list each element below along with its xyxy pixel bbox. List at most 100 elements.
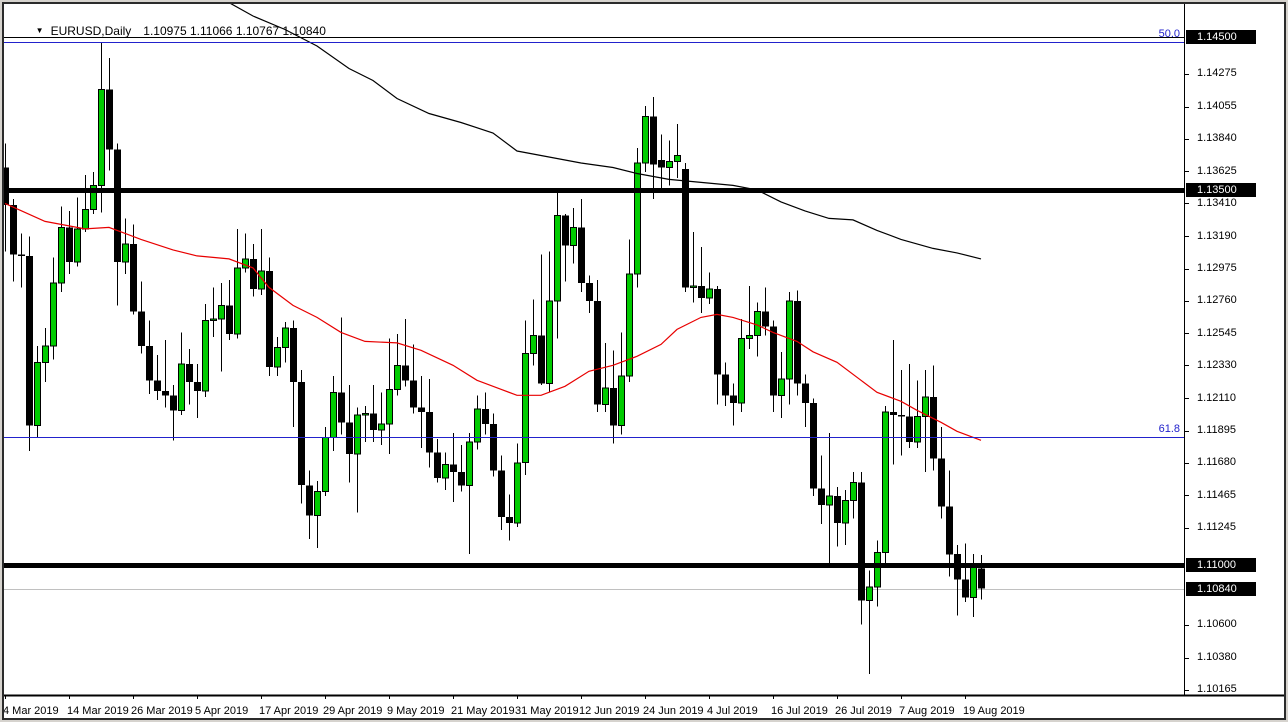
candle-body-bull (475, 409, 481, 442)
candle-body-bull (355, 415, 361, 454)
candle-body-bull (691, 286, 697, 288)
chart-window: ▼ EURUSD,Daily 1.10975 1.11066 1.10767 1.1… (0, 0, 1288, 722)
candle-body-bull (619, 376, 625, 426)
ohlc-values-label: 1.10975 1.11066 1.10767 1.10840 (143, 24, 326, 38)
candle-body-bear (858, 482, 865, 600)
candle-body-bear (26, 256, 33, 425)
candle-body-bear (290, 328, 297, 382)
candle-body-bear (66, 227, 73, 262)
candle-body-bull (643, 117, 649, 164)
candle-body-bear (338, 392, 345, 422)
candle-body-bull (971, 565, 977, 598)
candle-body-bull (315, 491, 321, 515)
candle-body-bear (138, 311, 145, 346)
candle-body-bear (450, 464, 457, 472)
candle-body-bear (818, 488, 825, 505)
candle-body-bear (610, 388, 617, 426)
candle-body-bear (770, 326, 777, 395)
candle-body-bear (978, 569, 985, 589)
chart-plot[interactable] (4, 4, 1284, 718)
candle-body-bull (755, 311, 761, 335)
candle-body-bear (186, 364, 193, 382)
candle-body-bear (722, 374, 729, 395)
candle-body-bear (890, 412, 897, 415)
candle-body-bear (506, 517, 513, 523)
candle-body-bull (35, 362, 41, 425)
candle-body-bear (962, 580, 969, 598)
time-axis[interactable] (4, 696, 1184, 720)
candle-body-bear (562, 215, 569, 245)
candle-body-bear (10, 205, 17, 255)
candle-body-bull (219, 305, 225, 319)
candle-body-bull (51, 283, 57, 346)
fibo-level-label: 61.8 (1120, 423, 1180, 435)
candle-body-bear (930, 397, 937, 459)
candle-body-bull (243, 259, 249, 268)
chart-header: ▼EURUSD,Daily1.10975 1.11066 1.10767 1.1… (9, 7, 326, 23)
candle-body-bear (482, 409, 489, 424)
candle-body-bear (346, 422, 353, 454)
candle-body-bear (18, 254, 25, 256)
candle-body-bull (875, 553, 881, 588)
candle-body-bull (675, 156, 681, 162)
candle-body-bear (578, 227, 585, 283)
candle-body-bull (603, 388, 609, 405)
candle-body-bull (827, 496, 833, 505)
candle-body-bull (467, 442, 473, 486)
candle-body-bull (443, 464, 449, 478)
candle-body-bull (99, 90, 105, 186)
candle-body-bear (4, 168, 9, 206)
candle-body-bull (59, 227, 65, 283)
candle-body-bear (154, 380, 161, 391)
candle-body-bull (779, 379, 785, 396)
candle-body-bull (547, 301, 553, 384)
candle-body-bear (162, 391, 169, 396)
candle-body-bull (203, 320, 209, 391)
chart-canvas[interactable]: ▼ EURUSD,Daily 1.10975 1.11066 1.10767 1.1… (4, 4, 1284, 718)
candle-body-bear (682, 169, 689, 287)
candle-body-bear (402, 365, 409, 380)
candle-body-bear (762, 311, 769, 326)
candle-body-bear (498, 470, 505, 517)
candle-body-bear (194, 382, 201, 391)
candle-body-bull (707, 289, 713, 298)
candle-body-bear (426, 412, 433, 453)
candle-body-bear (714, 289, 721, 375)
candle-body-bear (434, 452, 441, 478)
candle-body-bear (730, 395, 737, 403)
candle-body-bull (235, 268, 241, 334)
candle-body-bull (123, 244, 129, 262)
candle-body-bull (323, 437, 329, 491)
candle-body-bear (306, 485, 313, 515)
candle-body-bear (418, 407, 425, 412)
ma-fast-red (5, 203, 981, 440)
chart-dropdown-arrow-icon[interactable]: ▼ (36, 26, 44, 35)
candle-body-bull (635, 163, 641, 274)
candle-body-bear (698, 286, 705, 298)
candle-body-bear (938, 458, 945, 506)
candle-body-bull (667, 162, 673, 168)
chart-frame: ▼ EURUSD,Daily 1.10975 1.11066 1.10767 1.1… (2, 2, 1286, 720)
candle-body-bear (946, 506, 953, 554)
candle-body-bull (363, 413, 369, 415)
candle-body-bull (179, 364, 185, 411)
candle-body-bull (883, 412, 889, 553)
candle-body-bear (298, 382, 305, 485)
candle-body-bull (531, 335, 537, 353)
candle-body-bull (275, 347, 281, 367)
candle-body-bull (331, 392, 337, 437)
candle-body-bear (898, 415, 905, 417)
candle-body-bear (130, 244, 137, 312)
candle-body-bull (843, 500, 849, 523)
symbol-timeframe-label: EURUSD,Daily (51, 24, 132, 38)
candle-body-bear (650, 117, 657, 165)
candle-body-bull (379, 424, 385, 430)
candle-body-bear (226, 305, 233, 334)
candle-body-bear (586, 283, 593, 301)
candle-body-bull (395, 365, 401, 389)
candle-body-bull (555, 215, 561, 301)
candle-body-bull (747, 335, 753, 338)
candle-body-bear (410, 380, 417, 407)
price-axis[interactable] (1184, 4, 1286, 696)
candle-body-bear (114, 150, 121, 262)
